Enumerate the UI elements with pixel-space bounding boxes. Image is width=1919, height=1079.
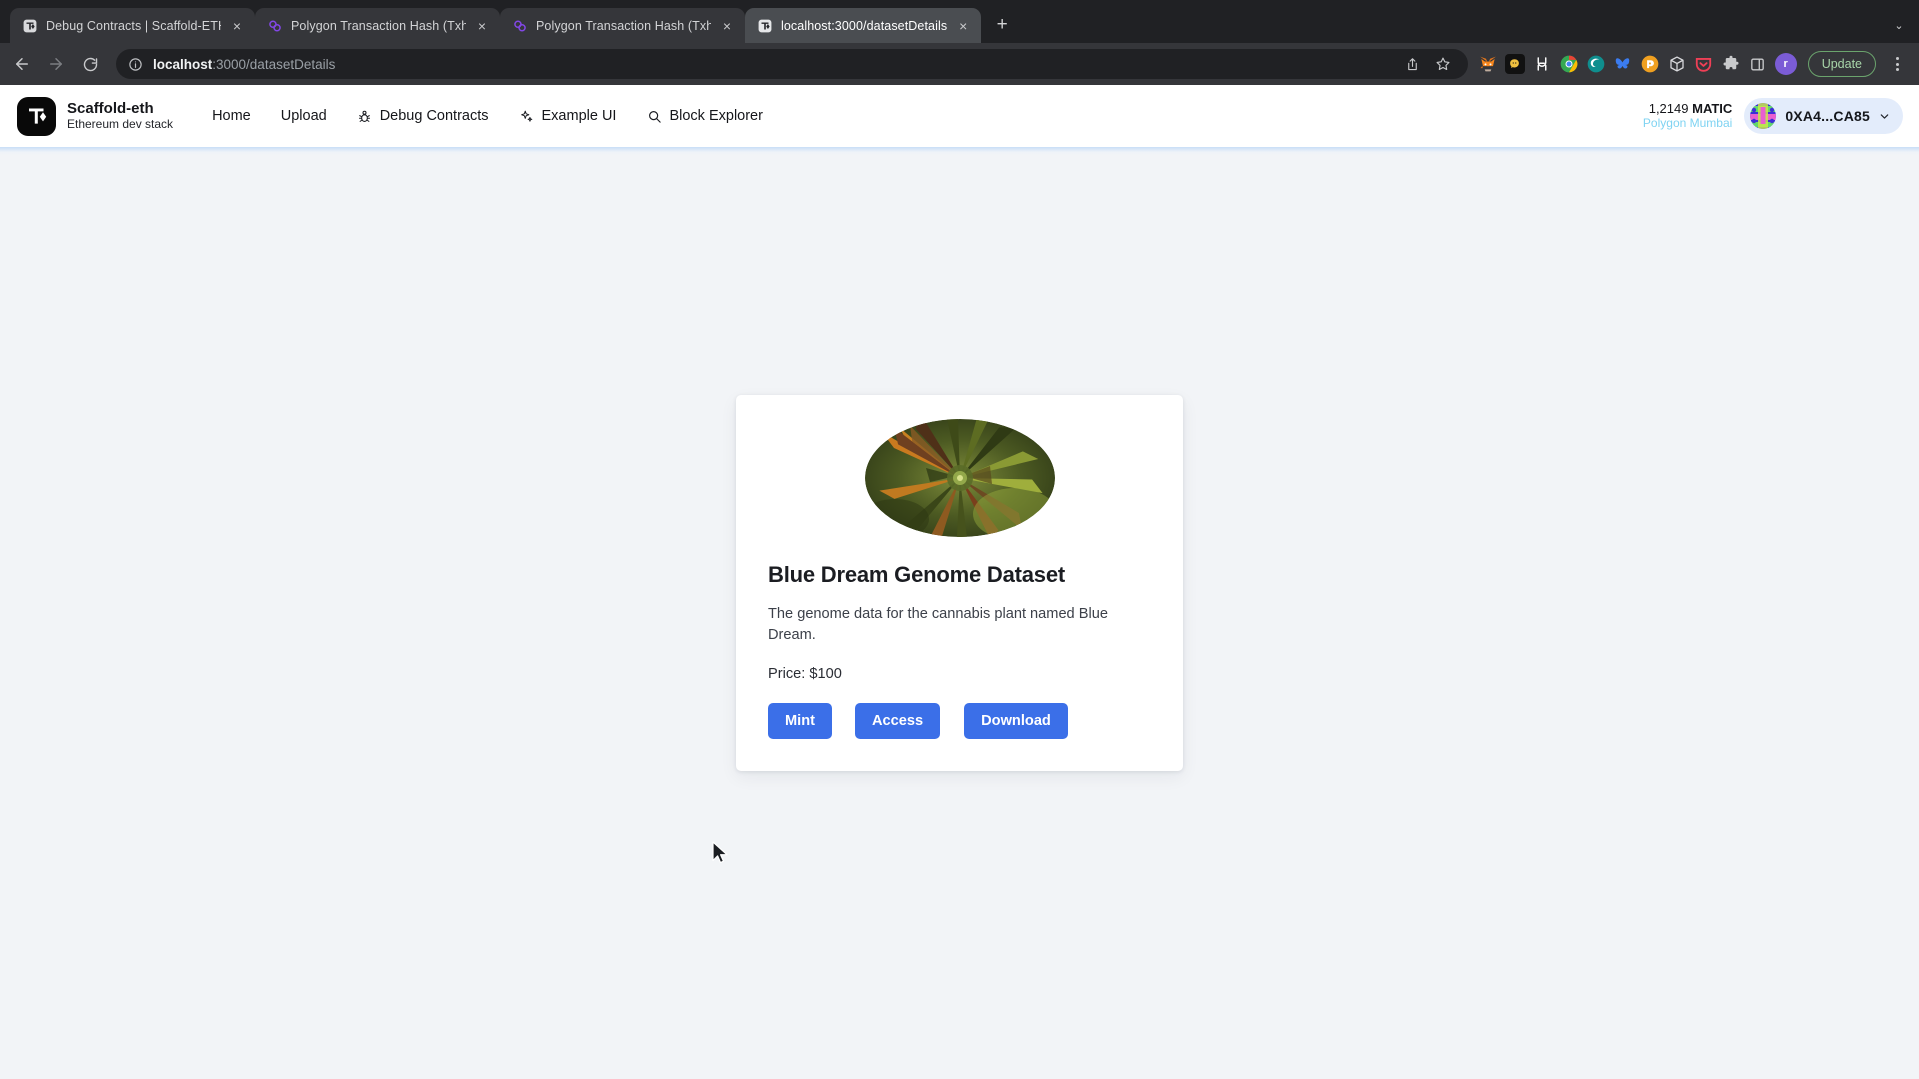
tab-title: Polygon Transaction Hash (Txh	[536, 18, 711, 33]
browser-tabstrip: Debug Contracts | Scaffold-ETH × Polygon…	[0, 0, 1919, 43]
nav-label: Debug Contracts	[379, 108, 489, 124]
nav-label: Block Explorer	[669, 108, 763, 124]
polygon-icon	[512, 18, 528, 34]
brand-name: Scaffold-eth	[67, 99, 154, 117]
update-button[interactable]: Update	[1807, 51, 1876, 77]
button-gap	[940, 703, 964, 739]
scaffold-icon	[757, 18, 773, 34]
close-icon[interactable]: ×	[719, 18, 735, 34]
browser-toolbar: localhost:3000/datasetDetails r Update	[0, 43, 1919, 85]
dataset-description: The genome data for the cannabis plant n…	[768, 606, 1108, 643]
download-button[interactable]: Download	[964, 702, 1068, 739]
app-root: Scaffold-eth Ethereum dev stack Home Upl…	[0, 85, 1919, 1079]
rabby-wallet-extension-icon[interactable]	[1504, 54, 1525, 74]
close-icon[interactable]: ×	[955, 18, 971, 34]
chevron-down-icon	[1879, 111, 1890, 122]
browser-tab[interactable]: Polygon Transaction Hash (Txh ×	[255, 8, 501, 43]
sparkles-icon	[519, 108, 535, 124]
main-content: Blue Dream Genome Dataset The genome dat…	[0, 147, 1919, 1079]
search-icon	[646, 108, 662, 124]
nav-label: Upload	[280, 108, 327, 124]
polygon-icon	[267, 18, 283, 34]
dataset-card: Blue Dream Genome Dataset The genome dat…	[736, 395, 1183, 771]
bunny-extension-icon[interactable]	[1532, 54, 1552, 74]
bug-icon	[357, 108, 373, 124]
chevron-down-icon[interactable]: ⌄	[1879, 8, 1919, 43]
reload-button[interactable]	[74, 48, 106, 80]
balance-unit: MATIC	[1692, 100, 1733, 116]
nav-item-home[interactable]: Home	[199, 101, 264, 131]
dataset-image-wrap	[768, 419, 1151, 538]
edge-extension-icon[interactable]	[1586, 54, 1606, 74]
extensions-row: r Update	[1478, 51, 1909, 77]
tab-title: localhost:3000/datasetDetails	[781, 18, 948, 33]
browser-menu-button[interactable]	[1885, 57, 1909, 71]
profile-avatar[interactable]: r	[1774, 53, 1797, 75]
forward-button[interactable]	[40, 48, 72, 80]
close-icon[interactable]: ×	[229, 18, 245, 34]
dataset-price: Price: $100	[768, 665, 842, 682]
main-nav: Home Upload Debug Contracts Example UI B…	[199, 101, 776, 131]
wallet-avatar	[1750, 103, 1777, 129]
browser-chrome: Debug Contracts | Scaffold-ETH × Polygon…	[0, 0, 1919, 85]
nav-item-debug-contracts[interactable]: Debug Contracts	[344, 101, 502, 131]
header-right: 1,2149 MATIC Polygon Mumbai 0XA4...CA85	[1643, 98, 1903, 134]
wallet-address-button[interactable]: 0XA4...CA85	[1744, 98, 1903, 134]
nav-item-block-explorer[interactable]: Block Explorer	[633, 101, 775, 131]
button-gap	[832, 703, 855, 739]
nav-item-example-ui[interactable]: Example UI	[506, 101, 630, 131]
brand[interactable]: Scaffold-eth Ethereum dev stack	[17, 96, 174, 136]
metamask-extension-icon[interactable]	[1478, 54, 1498, 74]
balance-value: 1,2149	[1648, 100, 1689, 116]
cube-extension-icon[interactable]	[1667, 54, 1687, 74]
address-bar-url: localhost:3000/datasetDetails	[153, 57, 335, 72]
pocket-extension-icon[interactable]	[1694, 54, 1714, 74]
tab-title: Polygon Transaction Hash (Txh	[291, 18, 466, 33]
brand-text: Scaffold-eth Ethereum dev stack	[67, 99, 174, 131]
wallet-balance: 1,2149 MATIC Polygon Mumbai	[1642, 100, 1733, 131]
back-button[interactable]	[6, 48, 38, 80]
address-bar-actions	[1400, 51, 1456, 77]
browser-tab[interactable]: Debug Contracts | Scaffold-ETH ×	[10, 8, 256, 43]
nav-label: Home	[212, 108, 251, 124]
url-host: localhost	[153, 56, 213, 72]
tab-title: Debug Contracts | Scaffold-ETH	[46, 18, 221, 33]
chrome-extension-icon[interactable]	[1559, 54, 1579, 74]
dataset-title: Blue Dream Genome Dataset	[768, 562, 1065, 588]
scaffold-eth-logo	[17, 96, 56, 136]
mouse-cursor	[712, 841, 728, 864]
balance-amount: 1,2149 MATIC	[1643, 100, 1733, 117]
nav-label: Example UI	[541, 108, 617, 124]
wallet-address: 0XA4...CA85	[1785, 108, 1870, 124]
sidepanel-icon[interactable]	[1748, 54, 1768, 74]
address-bar[interactable]: localhost:3000/datasetDetails	[116, 49, 1468, 79]
network-label: Polygon Mumbai	[1642, 115, 1733, 130]
browser-tab[interactable]: Polygon Transaction Hash (Txh ×	[500, 8, 745, 43]
access-button[interactable]: Access	[855, 702, 941, 739]
info-circle-icon[interactable]	[128, 57, 144, 72]
star-icon[interactable]	[1430, 51, 1456, 77]
puzzle-extensions-icon[interactable]	[1721, 54, 1741, 74]
browser-tab-active[interactable]: localhost:3000/datasetDetails ×	[745, 8, 982, 43]
dataset-actions: Mint Access Download	[768, 702, 1151, 739]
new-tab-button[interactable]: +	[987, 10, 1017, 40]
scaffold-icon	[22, 18, 38, 34]
nav-item-upload[interactable]: Upload	[268, 101, 340, 131]
bluesky-extension-icon[interactable]	[1613, 54, 1633, 74]
share-icon[interactable]	[1400, 51, 1426, 77]
cannabis-plant-photo	[864, 419, 1055, 538]
url-path: :3000/datasetDetails	[212, 56, 336, 72]
brand-subtitle: Ethereum dev stack	[67, 116, 174, 131]
app-header: Scaffold-eth Ethereum dev stack Home Upl…	[0, 85, 1919, 156]
mint-button[interactable]: Mint	[768, 702, 832, 739]
close-icon[interactable]: ×	[474, 18, 490, 34]
phantom-wallet-extension-icon[interactable]	[1640, 54, 1660, 74]
